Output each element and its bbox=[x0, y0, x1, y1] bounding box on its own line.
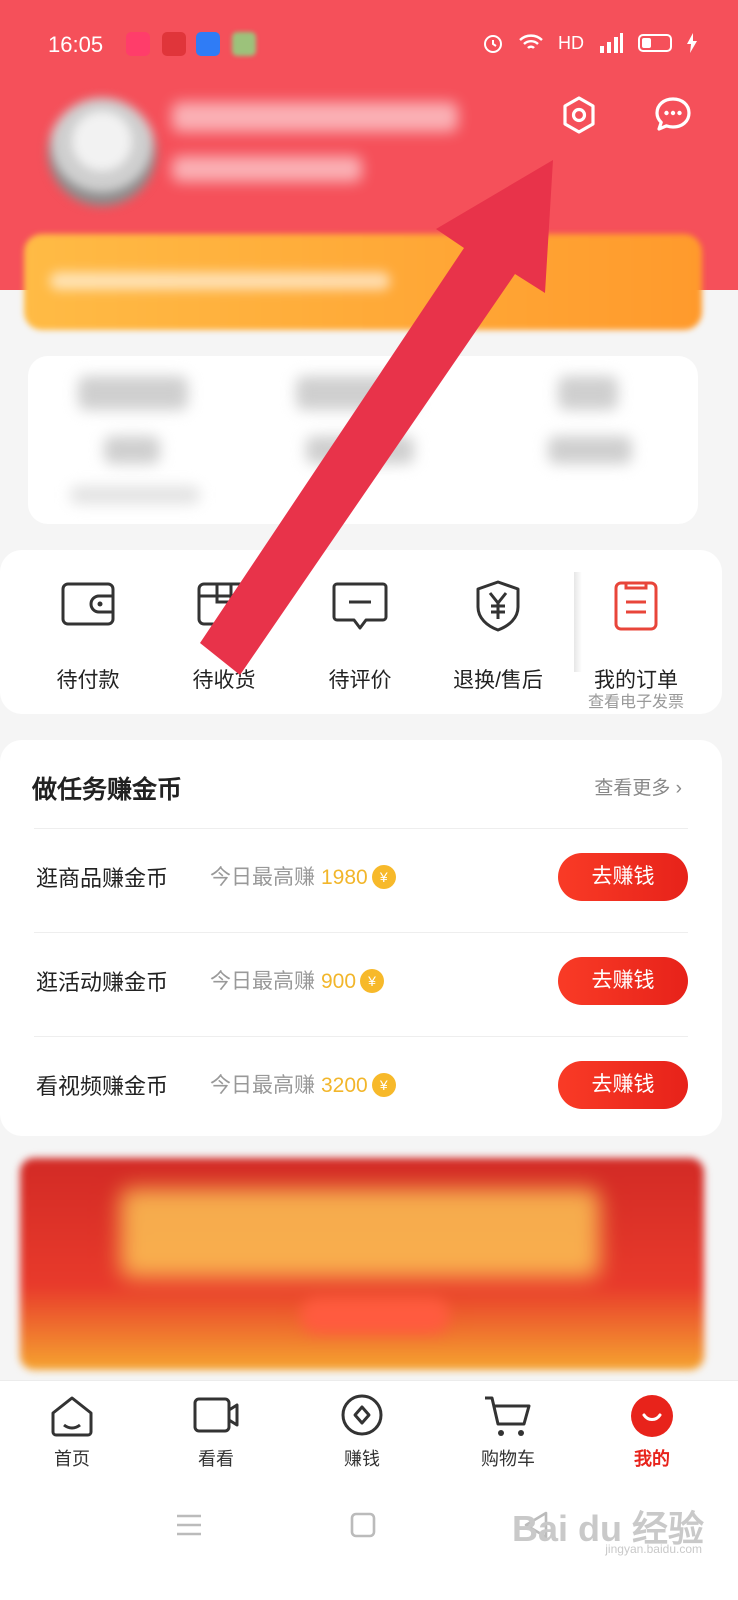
task-name: 逛活动赚金币 bbox=[36, 970, 169, 995]
home-square-icon[interactable] bbox=[350, 1512, 376, 1538]
package-icon bbox=[197, 582, 251, 626]
earn-button[interactable]: 去赚钱 bbox=[558, 853, 688, 901]
task-reward: 今日最高赚 3200 ¥ bbox=[210, 1069, 396, 1099]
earn-button[interactable]: 去赚钱 bbox=[558, 1061, 688, 1109]
tab-label: 购物车 bbox=[481, 1449, 535, 1469]
tab-earn[interactable]: 赚钱 bbox=[302, 1393, 422, 1471]
notification-app-icon bbox=[196, 32, 220, 56]
hd-label: HD bbox=[558, 32, 584, 53]
task-reward: 今日最高赚 1980 ¥ bbox=[210, 861, 396, 891]
tab-me[interactable]: 我的 bbox=[592, 1393, 712, 1471]
task-name: 逛商品赚金币 bbox=[36, 866, 169, 891]
tab-label: 首页 bbox=[54, 1449, 90, 1469]
tab-watch[interactable]: 看看 bbox=[156, 1393, 276, 1471]
my-orders[interactable]: 我的订单 查看电子发票 bbox=[566, 570, 706, 711]
tab-home[interactable]: 首页 bbox=[12, 1393, 132, 1471]
wifi-icon bbox=[519, 34, 543, 49]
status-bar: 16:05 HD bbox=[0, 24, 738, 64]
invoice-link[interactable]: 查看电子发票 bbox=[566, 688, 706, 712]
order-label: 待评价 bbox=[328, 669, 392, 692]
status-time: 16:05 bbox=[48, 32, 104, 57]
tab-cart[interactable]: 购物车 bbox=[448, 1393, 568, 1471]
video-icon bbox=[193, 1397, 239, 1433]
tab-label: 看看 bbox=[198, 1449, 234, 1469]
tasks-card: 做任务赚金币 查看更多 › 逛商品赚金币 今日最高赚 1980 ¥ 去赚钱 逛活动赚… bbox=[0, 740, 722, 1136]
wallet-icon bbox=[61, 582, 115, 626]
menu-icon[interactable] bbox=[174, 1512, 204, 1538]
see-more-link[interactable]: 查看更多 › bbox=[594, 773, 682, 800]
user-subtitle-blurred bbox=[172, 156, 362, 182]
coin-icon: ¥ bbox=[371, 865, 396, 889]
reward-amount: 900 bbox=[321, 970, 357, 993]
settings-icon[interactable] bbox=[558, 94, 600, 136]
home-icon bbox=[51, 1396, 93, 1437]
stats-card-blurred bbox=[28, 356, 698, 524]
tab-label: 赚钱 bbox=[344, 1449, 380, 1469]
charging-icon bbox=[687, 33, 697, 53]
order-label: 待付款 bbox=[56, 669, 120, 692]
task-row: 逛活动赚金币 今日最高赚 900 ¥ 去赚钱 bbox=[34, 932, 688, 1036]
diamond-coin-icon bbox=[341, 1394, 383, 1436]
profile-face-icon bbox=[631, 1395, 673, 1437]
tab-label: 我的 bbox=[634, 1449, 670, 1469]
coin-icon: ¥ bbox=[371, 1073, 396, 1097]
coin-icon: ¥ bbox=[360, 969, 385, 993]
avatar[interactable] bbox=[48, 98, 156, 206]
notification-app-icon bbox=[126, 32, 150, 56]
tasks-title: 做任务赚金币 bbox=[32, 776, 183, 804]
order-status-card: 待付款 待收货 待评价 退换/售后 我的订单 查看电子发票 bbox=[0, 550, 722, 714]
reward-amount: 3200 bbox=[321, 1074, 368, 1097]
order-label: 待收货 bbox=[192, 669, 256, 692]
watermark-url: jingyan.baidu.com bbox=[605, 1542, 702, 1556]
order-label: 退换/售后 bbox=[453, 669, 543, 692]
order-refund-aftersale[interactable]: 退换/售后 bbox=[428, 570, 568, 692]
battery-icon bbox=[638, 34, 672, 52]
cart-icon bbox=[485, 1396, 531, 1436]
task-name: 看视频赚金币 bbox=[36, 1074, 169, 1099]
bottom-tab-bar: 首页 看看 赚钱 购物车 我的 bbox=[0, 1380, 738, 1486]
refund-icon bbox=[476, 580, 520, 632]
order-pending-review[interactable]: 待评价 bbox=[290, 570, 430, 692]
alarm-icon bbox=[484, 35, 502, 53]
order-pending-receipt[interactable]: 待收货 bbox=[154, 570, 294, 692]
comment-icon bbox=[332, 582, 388, 630]
task-row: 看视频赚金币 今日最高赚 3200 ¥ 去赚钱 bbox=[34, 1036, 688, 1140]
message-icon[interactable] bbox=[652, 94, 694, 136]
task-row: 逛商品赚金币 今日最高赚 1980 ¥ 去赚钱 bbox=[34, 828, 688, 932]
orders-divider bbox=[574, 572, 582, 672]
reward-amount: 1980 bbox=[321, 866, 368, 889]
signal-icon bbox=[600, 33, 623, 53]
notification-app-icon bbox=[232, 32, 256, 56]
earn-button[interactable]: 去赚钱 bbox=[558, 957, 688, 1005]
username-blurred bbox=[172, 102, 458, 132]
membership-banner-blurred[interactable] bbox=[24, 234, 702, 330]
order-list-icon bbox=[614, 581, 658, 631]
promo-banner-blurred[interactable] bbox=[20, 1158, 704, 1370]
task-reward: 今日最高赚 900 ¥ bbox=[210, 965, 385, 995]
order-pending-payment[interactable]: 待付款 bbox=[18, 570, 158, 692]
notification-app-icon bbox=[162, 32, 186, 56]
